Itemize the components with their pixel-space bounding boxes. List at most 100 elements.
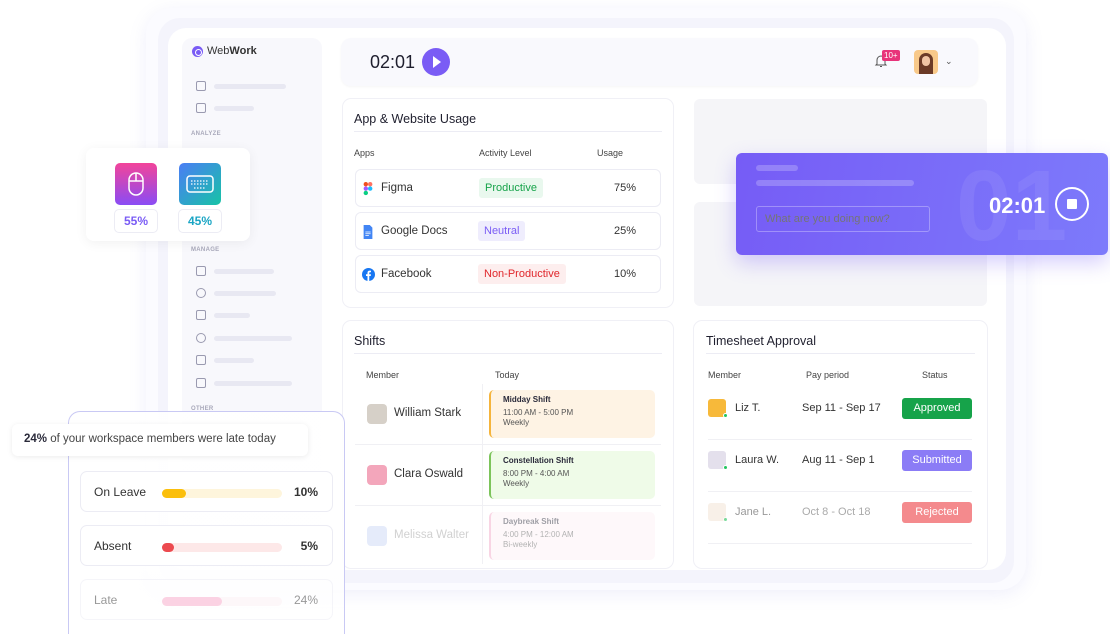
timer-display: 02:01 <box>370 52 416 72</box>
sidebar-label-placeholder <box>214 380 292 386</box>
task-check-icon <box>196 310 206 320</box>
mouse-icon <box>115 163 157 205</box>
stat-value: 24% <box>293 593 318 607</box>
divider <box>706 353 975 354</box>
online-status-dot <box>723 413 728 418</box>
sidebar-item-payments[interactable] <box>196 333 292 343</box>
brand-name-light: Web <box>207 45 230 57</box>
member-name: Jane L. <box>735 506 772 518</box>
usage-value: 75% <box>614 182 637 194</box>
stat-progress-track <box>162 597 282 606</box>
sidebar-item-time-off[interactable] <box>196 355 254 365</box>
member-name: Liz T. <box>735 402 761 414</box>
sidebar-item-tasks[interactable] <box>196 310 250 320</box>
status-badge[interactable]: Submitted <box>902 450 972 471</box>
floating-timer-widget: 01 02:01 <box>736 153 1108 255</box>
sidebar-label-placeholder <box>214 268 274 274</box>
app-usage-title: App & Website Usage <box>354 112 477 126</box>
app-row[interactable]: Figma Productive 75% <box>355 169 661 207</box>
input-activity-widget: 55% 45% <box>86 148 250 241</box>
stat-row-on-leave[interactable]: On Leave 10% <box>80 471 333 512</box>
sidebar-label-placeholder <box>214 83 286 89</box>
member-avatar <box>367 465 387 485</box>
member-avatar <box>367 526 387 546</box>
sidebar-label-placeholder <box>214 335 292 341</box>
brand-name-bold: Work <box>229 45 257 57</box>
shift-row[interactable]: Melissa Walter Daybreak Shift 4:00 PM - … <box>355 506 661 564</box>
online-status-dot <box>723 465 728 470</box>
floating-timer-time: 02:01 <box>989 193 1046 218</box>
member-avatar <box>367 404 387 424</box>
col-pay-period: Pay period <box>806 370 850 380</box>
col-member: Member <box>366 370 400 380</box>
dollar-icon <box>196 333 206 343</box>
stat-progress-track <box>162 489 282 498</box>
text-placeholder-bar <box>756 180 914 186</box>
shifts-title: Shifts <box>354 334 386 348</box>
divider <box>354 131 662 132</box>
sidebar-label-placeholder <box>214 105 254 111</box>
sidebar-item-projects[interactable] <box>196 288 276 298</box>
shift-row[interactable]: Clara Oswald Constellation Shift 8:00 PM… <box>355 445 661 506</box>
stat-progress-track <box>162 543 282 552</box>
activity-level-pill: Neutral <box>478 221 526 241</box>
status-badge[interactable]: Approved <box>902 398 972 419</box>
status-badge[interactable]: Rejected <box>902 502 972 523</box>
sidebar-label-placeholder <box>214 312 250 318</box>
activity-level-pill: Productive <box>479 178 543 198</box>
shift-card[interactable]: Constellation Shift 8:00 PM - 4:00 AM We… <box>489 451 655 499</box>
keyboard-icon <box>179 163 221 205</box>
shift-time: 8:00 PM - 4:00 AM <box>503 469 570 478</box>
stat-progress-fill <box>162 489 186 498</box>
tooltip-percentage: 24% <box>24 433 48 445</box>
col-apps: Apps <box>354 148 375 158</box>
app-row[interactable]: Google Docs Neutral 25% <box>355 212 661 250</box>
shift-row[interactable]: William Stark Midday Shift 11:00 AM - 5:… <box>355 384 661 445</box>
shift-frequency: Bi-weekly <box>503 540 538 549</box>
sidebar-item-schedule[interactable] <box>196 378 292 388</box>
users-icon <box>196 266 206 276</box>
shift-name: Constellation Shift <box>503 456 574 465</box>
stat-label: Late <box>94 593 118 607</box>
col-usage: Usage <box>597 148 624 158</box>
stat-progress-fill <box>162 543 174 552</box>
mouse-percentage: 55% <box>115 210 157 232</box>
member-name: Melissa Walter <box>394 529 469 541</box>
member-name: Laura W. <box>735 454 780 466</box>
app-name: Google Docs <box>381 225 448 237</box>
app-row[interactable]: Facebook Non-Productive 10% <box>355 255 661 293</box>
sidebar-section-manage: MANAGE <box>191 247 220 253</box>
late-members-tooltip: 24% of your workspace members were late … <box>12 424 308 456</box>
stop-button[interactable] <box>1055 187 1089 221</box>
timesheet-row[interactable]: Laura W. Aug 11 - Sep 1 Submitted <box>708 440 972 492</box>
timesheet-row[interactable]: Jane L. Oct 8 - Oct 18 Rejected <box>708 492 972 544</box>
usage-value: 10% <box>614 268 637 280</box>
text-placeholder-bar <box>756 165 798 171</box>
stat-row-absent[interactable]: Absent 5% <box>80 525 333 566</box>
shift-name: Midday Shift <box>503 395 551 404</box>
calendar-clock-icon <box>196 378 206 388</box>
timesheet-title: Timesheet Approval <box>706 334 817 348</box>
keyboard-percentage: 45% <box>179 210 221 232</box>
webwork-logo-icon <box>192 45 203 57</box>
user-avatar[interactable] <box>914 50 938 74</box>
brand-logo[interactable]: Web Work <box>192 45 257 57</box>
timesheet-row[interactable]: Liz T. Sep 11 - Sep 17 Approved <box>708 388 972 440</box>
tooltip-text: of your workspace members were late toda… <box>47 433 276 445</box>
col-status: Status <box>922 370 948 380</box>
google-docs-icon <box>363 225 373 239</box>
sidebar-item-notes[interactable] <box>196 103 254 113</box>
stat-row-late[interactable]: Late 24% <box>80 579 333 620</box>
col-activity-level: Activity Level <box>479 148 532 158</box>
sidebar-item-dashboard[interactable] <box>196 81 286 91</box>
shift-frequency: Weekly <box>503 418 530 427</box>
shift-card[interactable]: Midday Shift 11:00 AM - 5:00 PM Weekly <box>489 390 655 438</box>
facebook-icon <box>362 268 375 281</box>
stat-progress-fill <box>162 597 222 606</box>
sidebar-item-members[interactable] <box>196 266 274 276</box>
shift-frequency: Weekly <box>503 479 530 488</box>
activity-input[interactable] <box>756 206 930 232</box>
shift-card[interactable]: Daybreak Shift 4:00 PM - 12:00 AM Bi-wee… <box>489 512 655 560</box>
play-button[interactable] <box>422 48 450 76</box>
chevron-down-icon[interactable]: ⌄ <box>945 56 953 67</box>
